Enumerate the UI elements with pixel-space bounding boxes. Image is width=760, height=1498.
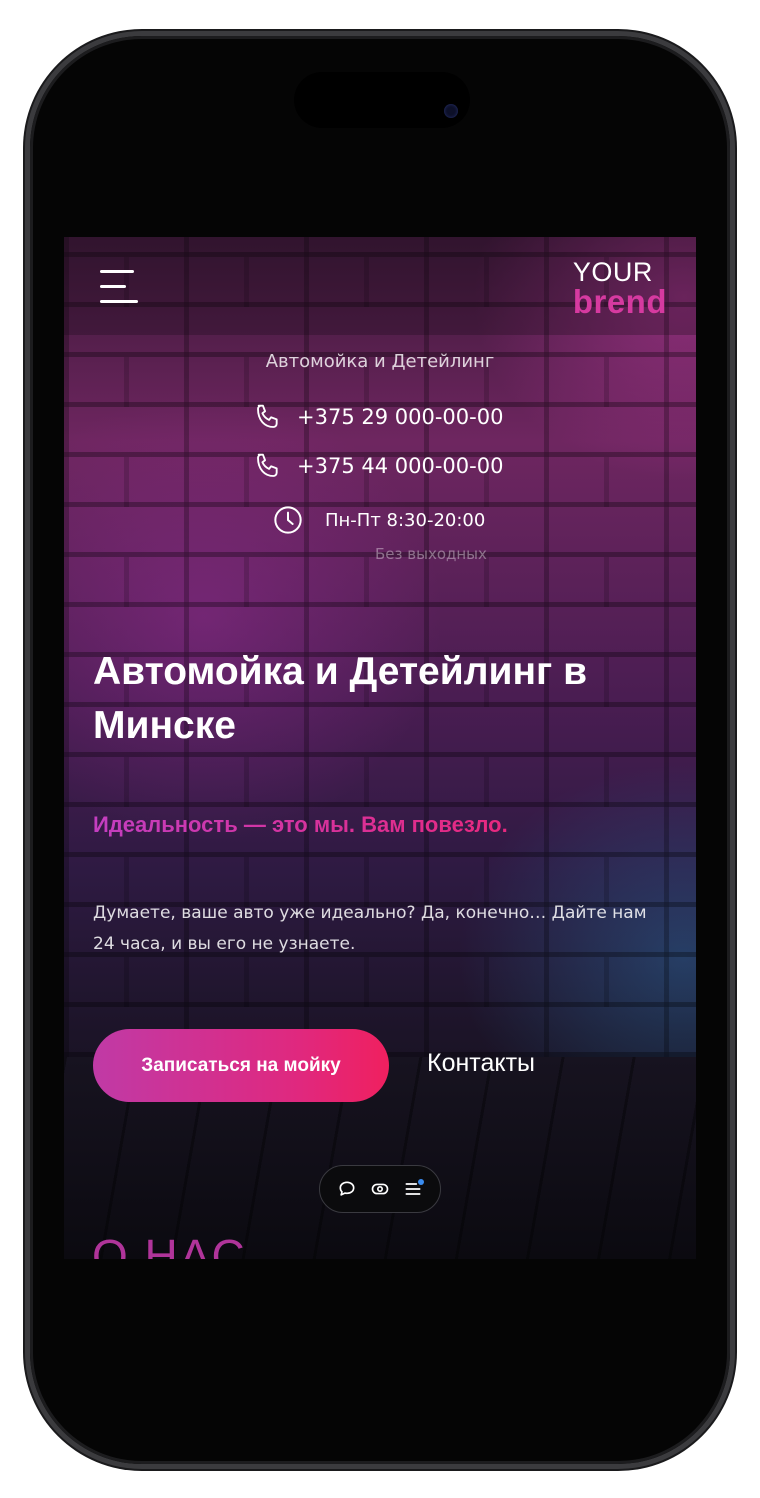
phone-link-2[interactable]: +375 44 000-00-00	[252, 450, 503, 482]
hours-text: Пн-Пт 8:30-20:00	[325, 509, 486, 531]
hero-tagline: Идеальность — это мы. Вам повезло.	[93, 812, 508, 837]
hero-description: Думаете, ваше авто уже идеально? Да, кон…	[93, 903, 647, 954]
hero-title: Автомойка и Детейлинг в Минске	[93, 650, 588, 747]
menu-list-icon[interactable]	[401, 1177, 425, 1201]
phone-number-2: +375 44 000-00-00	[297, 454, 504, 478]
screen: YOUR brend Автомойка и Детейлинг +375 29…	[64, 237, 696, 1259]
site-header: YOUR brend	[64, 237, 696, 335]
clock-icon	[274, 506, 302, 534]
dynamic-island	[294, 72, 470, 128]
brand-logo[interactable]: YOUR brend	[572, 257, 667, 320]
chat-icon[interactable]	[335, 1177, 359, 1201]
hamburger-menu-icon[interactable]	[100, 270, 138, 306]
book-wash-button[interactable]: Записаться на мойку	[93, 1029, 389, 1102]
contacts-link[interactable]: Контакты	[427, 1049, 535, 1078]
front-camera	[444, 104, 458, 118]
logo-bottom-text: brend	[572, 283, 667, 320]
toggle-icon[interactable]	[368, 1177, 392, 1201]
phone-icon	[257, 453, 278, 477]
about-section-title: О НАС	[92, 1230, 247, 1259]
no-weekends-text: Без выходных	[375, 545, 487, 563]
notification-dot	[418, 1179, 425, 1185]
working-hours: Пн-Пт 8:30-20:00	[272, 504, 485, 536]
floating-toolbar	[319, 1165, 441, 1213]
phone-number-1: +375 29 000-00-00	[297, 405, 504, 429]
phone-link-1[interactable]: +375 29 000-00-00	[252, 401, 503, 433]
phone-icon	[257, 404, 278, 428]
contact-subtitle: Автомойка и Детейлинг	[265, 351, 495, 372]
